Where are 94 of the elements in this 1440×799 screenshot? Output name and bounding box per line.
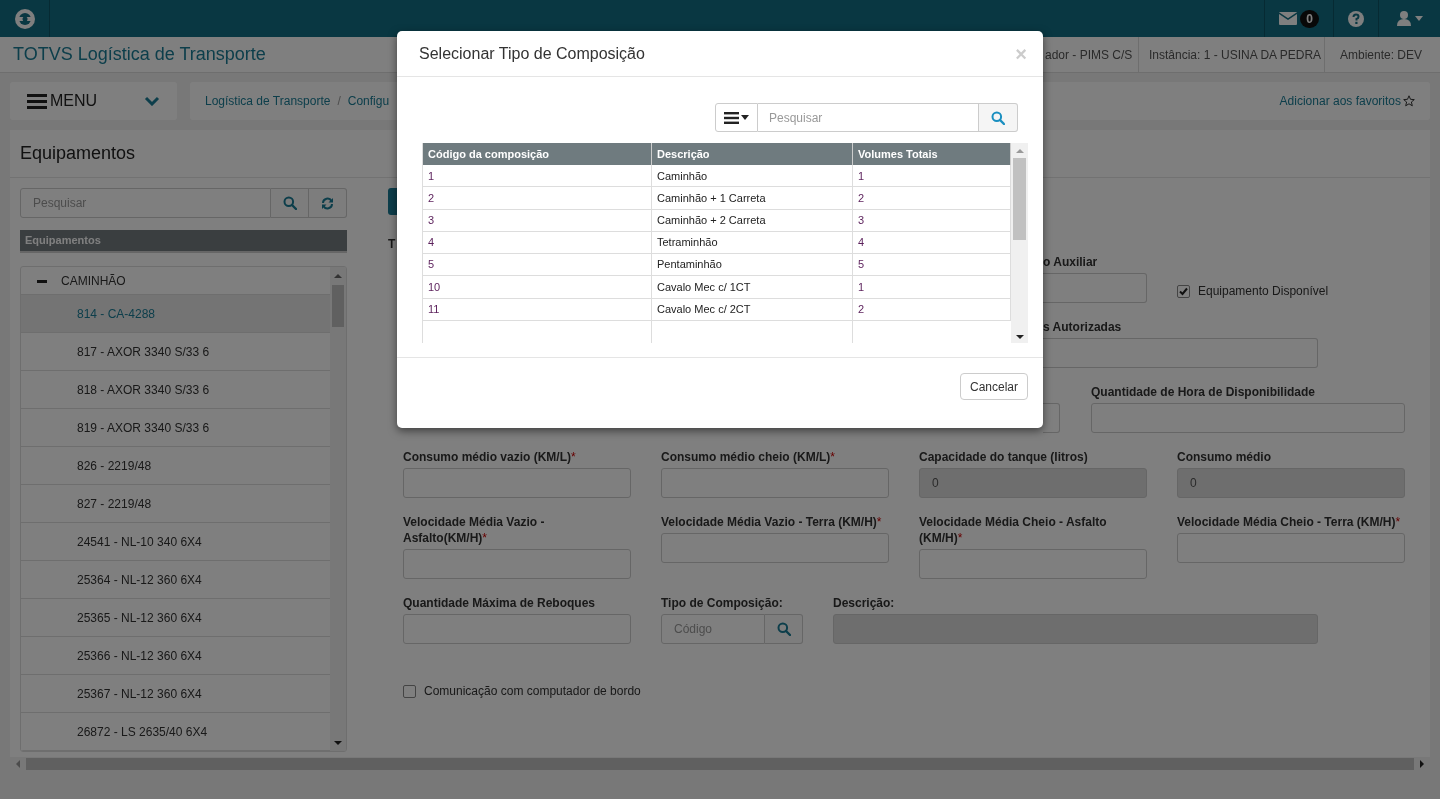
table-cell: Cavalo Mec c/ 2CT: [652, 298, 853, 320]
input-field[interactable]: [403, 468, 631, 498]
app-title: TOTVS Logística de Transporte: [13, 43, 266, 66]
field-label: s Autorizadas: [1043, 319, 1123, 335]
table-cell: Caminhão + 1 Carreta: [652, 187, 853, 209]
scrollbar-thumb[interactable]: [1013, 158, 1026, 240]
field-label: Consumo médio: [1177, 449, 1272, 465]
tree-header: Equipamentos: [20, 230, 347, 253]
page-title: Equipamentos: [20, 142, 136, 165]
table-cell: Caminhão + 2 Carreta: [652, 209, 853, 231]
envelope-icon: [1279, 12, 1298, 25]
column-header[interactable]: Descrição: [652, 143, 853, 166]
logo-icon[interactable]: [13, 7, 36, 30]
field-label: Velocidade Média Vazio - Asfalto(KM/H)*: [403, 514, 546, 546]
field-label: Capacidade do tanque (litros): [919, 449, 1089, 465]
cancel-button[interactable]: Cancelar: [959, 373, 1028, 400]
scrollbar-thumb[interactable]: [332, 285, 344, 327]
header-info: Instância: 1 - USINA DA PEDRA: [1149, 46, 1322, 64]
menu-icon: [27, 93, 47, 109]
input-field[interactable]: [661, 533, 889, 563]
table-row[interactable]: 5 Pentaminhão 5: [423, 254, 1011, 277]
scrollbar-thumb[interactable]: [26, 758, 1414, 770]
breadcrumb-link[interactable]: Configu: [347, 92, 390, 110]
section-label: T: [388, 237, 396, 251]
table-cell: Pentaminhão: [652, 254, 853, 276]
checkbox-label: Comunicação com computador de bordo: [424, 683, 641, 700]
table-cell: 1: [423, 165, 652, 187]
search-button[interactable]: [765, 614, 803, 644]
scrollbar[interactable]: [330, 267, 346, 751]
chevron-down-icon: [144, 96, 160, 106]
table-cell: 5: [423, 254, 652, 276]
menu-button[interactable]: MENU: [10, 82, 177, 120]
input-field[interactable]: [1043, 338, 1318, 368]
mail-count: 0: [1300, 9, 1319, 28]
field-label: Consumo médio cheio (KM/L)*: [661, 449, 836, 465]
search-button[interactable]: [979, 103, 1018, 132]
field-label: Tipo de Composição:: [661, 595, 784, 611]
menu-dropdown-button[interactable]: [715, 103, 758, 132]
table-cell: 10: [423, 276, 652, 298]
search-icon: [776, 622, 791, 636]
table-row[interactable]: 2 Caminhão + 1 Carreta 2: [423, 187, 1011, 210]
column-header[interactable]: Código da composição: [423, 143, 652, 166]
favorites-link[interactable]: Adicionar aos favoritos: [1279, 92, 1401, 110]
modal-title: Selecionar Tipo de Composição: [419, 43, 645, 64]
field-label: Quantidade Máxima de Reboques: [403, 595, 597, 611]
breadcrumb-separator: /: [337, 93, 341, 110]
input-field[interactable]: [1177, 533, 1405, 563]
table-row[interactable]: 4 Tetraminhão 4: [423, 231, 1011, 255]
field-label: Consumo médio vazio (KM/L)*: [403, 449, 577, 465]
table-row[interactable]: 10 Cavalo Mec c/ 1CT 1: [423, 276, 1011, 299]
input-field[interactable]: [403, 614, 631, 644]
table-cell: 2: [423, 187, 652, 209]
breadcrumb-link[interactable]: Logística de Transporte: [205, 92, 331, 110]
table-cell: 3: [423, 209, 652, 231]
tree-item[interactable]: 814 - CA-4288: [21, 295, 330, 333]
checkbox[interactable]: [1177, 284, 1190, 298]
search-button[interactable]: [271, 188, 309, 218]
caret-icon: [1414, 16, 1423, 21]
header-info: ador - PIMS C/S: [1045, 46, 1133, 64]
search-icon: [282, 196, 297, 210]
table-cell: Cavalo Mec c/ 1CT: [652, 276, 853, 298]
refresh-button[interactable]: [309, 188, 347, 218]
action-button[interactable]: [388, 188, 397, 215]
header-info: Ambiente: DEV: [1340, 46, 1423, 64]
table-cell: 4: [423, 231, 652, 254]
caret-icon: [741, 115, 749, 120]
checkbox[interactable]: [403, 684, 416, 698]
help-icon[interactable]: [1348, 10, 1364, 27]
field-label: o Auxiliar: [1043, 254, 1099, 270]
input-field[interactable]: [403, 549, 631, 579]
refresh-icon: [321, 196, 334, 210]
input-field[interactable]: [1043, 273, 1147, 303]
table-row[interactable]: 3 Caminhão + 2 Carreta 3: [423, 209, 1011, 232]
input-field[interactable]: [661, 468, 889, 498]
field-label: Quantidade de Hora de Disponibilidade: [1091, 384, 1317, 400]
table-row[interactable]: 11 Cavalo Mec c/ 2CT 2: [423, 298, 1011, 321]
input-field[interactable]: [919, 549, 1147, 579]
field-label: Velocidade Média Cheio - Terra (KM/H)*: [1177, 514, 1402, 530]
table-cell: Caminhão: [652, 165, 853, 187]
table-cell: Tetraminhão: [652, 231, 853, 254]
input-field[interactable]: [1043, 403, 1060, 433]
field-label: Velocidade Média Cheio - Asfalto (KM/H)*: [919, 514, 1108, 546]
search-icon: [991, 110, 1005, 125]
search-field[interactable]: Pesquisar: [758, 103, 979, 132]
menu-icon: [724, 111, 739, 124]
star-icon: [1403, 95, 1415, 107]
checkbox-label: Equipamento Disponível: [1198, 283, 1329, 300]
scrollbar[interactable]: [1011, 143, 1028, 343]
table-cell: 11: [423, 298, 652, 320]
user-icon: [1396, 11, 1411, 26]
table-row[interactable]: 1 Caminhão 1: [423, 165, 1011, 188]
field-label: Descrição:: [833, 595, 896, 611]
input-field[interactable]: [1091, 403, 1405, 433]
field-label: Velocidade Média Vazio - Terra (KM/H)*: [661, 514, 883, 530]
